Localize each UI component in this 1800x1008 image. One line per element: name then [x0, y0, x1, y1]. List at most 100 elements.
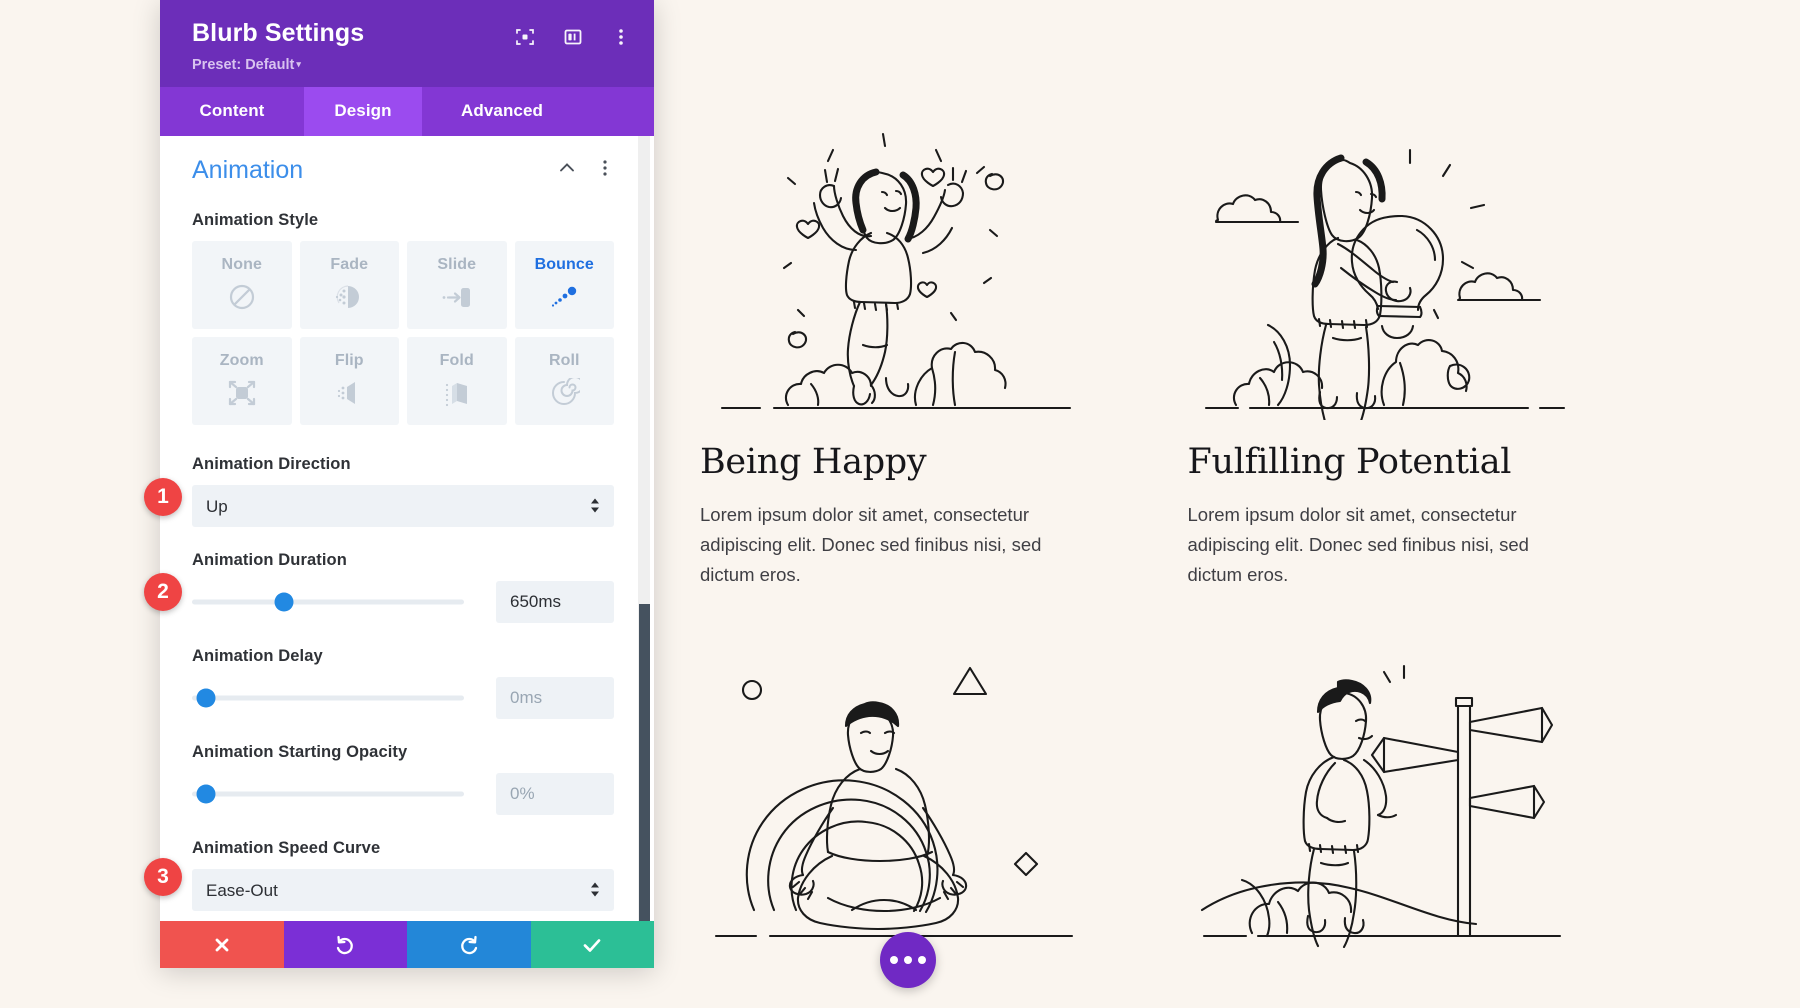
animation-duration-value[interactable]: 650ms [496, 581, 614, 623]
preset-selector[interactable]: Preset: Default ▾ [192, 57, 364, 73]
animation-style-fold-label: Fold [439, 352, 474, 369]
animation-starting-opacity-row: 0% [192, 773, 614, 815]
tab-content[interactable]: Content [160, 87, 304, 136]
undo-button[interactable] [283, 921, 407, 968]
section-header-animation: Animation [192, 156, 614, 185]
blurb-card-4[interactable] [1188, 648, 1580, 970]
animation-speed-curve-select-wrap: Ease-Out [192, 869, 614, 911]
person-celebrating-illustration [700, 120, 1092, 420]
animation-style-slide-label: Slide [437, 256, 477, 273]
field-label-animation-delay: Animation Delay [192, 647, 323, 665]
blurb-title: Being Happy [700, 442, 927, 482]
fold-icon [441, 376, 473, 410]
field-label-animation-style: Animation Style [192, 211, 319, 229]
animation-duration-slider[interactable] [192, 591, 464, 613]
animation-direction-select-wrap: Up [192, 485, 614, 527]
person-meditating-illustration [700, 648, 1092, 948]
blurb-card-2[interactable]: Fulfilling Potential Lorem ipsum dolor s… [1188, 120, 1580, 590]
slider-track [192, 695, 464, 701]
animation-style-roll-label: Roll [548, 352, 580, 369]
animation-style-bounce[interactable]: Bounce [514, 241, 614, 329]
bounce-icon [547, 280, 581, 314]
field-label-animation-starting-opacity: Animation Starting Opacity [192, 743, 408, 761]
step-badge-2: 2 [144, 573, 182, 611]
blurb-settings-panel: Blurb Settings Preset: Default ▾ Content… [160, 0, 654, 968]
blurb-title: Fulfilling Potential [1187, 442, 1512, 482]
animation-style-flip-label: Flip [334, 352, 364, 369]
slider-thumb[interactable] [274, 592, 294, 612]
blurb-grid: Being Happy Lorem ipsum dolor sit amet, … [700, 120, 1580, 970]
animation-starting-opacity-value[interactable]: 0% [496, 773, 614, 815]
animation-style-zoom[interactable]: Zoom [192, 337, 292, 425]
field-animation-starting-opacity: Animation Starting Opacity 0% [192, 743, 614, 815]
slider-thumb[interactable] [196, 784, 216, 804]
section-kebab-menu-icon[interactable] [596, 159, 614, 182]
animation-starting-opacity-slider[interactable] [192, 783, 464, 805]
redo-button[interactable] [407, 921, 531, 968]
field-animation-speed-curve: Animation Speed Curve Ease-Out [192, 839, 614, 911]
step-badge-3: 3 [144, 858, 182, 896]
fab-dot-3 [918, 956, 926, 964]
roll-icon [548, 376, 581, 410]
animation-delay-slider[interactable] [192, 687, 464, 709]
animation-style-grid: None Fade Slide Bounce Zoom Flip Fold Ro… [192, 241, 614, 425]
step-badge-1: 1 [144, 478, 182, 516]
animation-style-fade-label: Fade [330, 256, 369, 273]
panel-tabs: Content Design Advanced [160, 87, 654, 136]
tab-design[interactable]: Design [304, 87, 422, 136]
section-header-icons [558, 159, 614, 182]
animation-direction-select[interactable]: Up [192, 485, 614, 527]
field-label-animation-duration: Animation Duration [192, 551, 347, 569]
no-entry-icon [227, 280, 257, 314]
fade-icon [333, 280, 365, 314]
slider-thumb[interactable] [196, 688, 216, 708]
panel-header: Blurb Settings Preset: Default ▾ [160, 0, 654, 87]
animation-style-fold[interactable]: Fold [407, 337, 507, 425]
page-title: Blurb Settings [192, 19, 365, 47]
fab-dot-1 [890, 956, 898, 964]
flip-icon [333, 376, 365, 410]
animation-style-slide[interactable]: Slide [407, 241, 507, 329]
field-label-animation-speed-curve: Animation Speed Curve [192, 839, 381, 857]
field-animation-style: Animation Style None Fade Slide Bounce Z… [192, 211, 614, 425]
fab-dot-2 [904, 956, 912, 964]
animation-style-bounce-label: Bounce [534, 256, 594, 273]
slide-icon [440, 280, 474, 314]
chevron-up-icon[interactable] [558, 159, 576, 182]
animation-style-none[interactable]: None [192, 241, 292, 329]
blurb-card-1[interactable]: Being Happy Lorem ipsum dolor sit amet, … [700, 120, 1092, 590]
animation-style-none-label: None [221, 256, 262, 273]
field-animation-duration: Animation Duration 650ms [192, 551, 614, 623]
animation-delay-value[interactable]: 0ms [496, 677, 614, 719]
cancel-button[interactable] [160, 921, 284, 968]
animation-style-flip[interactable]: Flip [299, 337, 399, 425]
animation-section: Animation Animation Style None Fade Slid… [160, 136, 654, 921]
animation-speed-curve-select[interactable]: Ease-Out [192, 869, 614, 911]
focus-icon[interactable] [514, 26, 536, 48]
slider-track [192, 599, 464, 605]
person-holding-lightbulb-illustration [1188, 120, 1580, 420]
zoom-icon [226, 376, 258, 410]
layout-icon[interactable] [562, 26, 584, 48]
animation-style-zoom-label: Zoom [219, 352, 264, 369]
field-animation-delay: Animation Delay 0ms [192, 647, 614, 719]
chevron-down-icon: ▾ [296, 59, 301, 69]
animation-duration-row: 650ms [192, 581, 614, 623]
tab-advanced[interactable]: Advanced [422, 87, 582, 136]
animation-delay-row: 0ms [192, 677, 614, 719]
slider-track [192, 791, 464, 797]
save-button[interactable] [530, 921, 654, 968]
panel-header-icons [514, 26, 632, 48]
animation-style-roll[interactable]: Roll [514, 337, 614, 425]
panel-action-bar [160, 921, 654, 968]
blurb-card-3[interactable] [700, 648, 1092, 970]
animation-style-fade[interactable]: Fade [299, 241, 399, 329]
panel-scrollbar-thumb[interactable] [639, 604, 650, 921]
more-options-fab[interactable] [880, 932, 936, 988]
blurb-body: Lorem ipsum dolor sit amet, consectetur … [1187, 504, 1529, 586]
preset-label: Preset: Default [192, 57, 295, 73]
blurb-body: Lorem ipsum dolor sit amet, consectetur … [700, 504, 1042, 586]
kebab-menu-icon[interactable] [610, 26, 632, 48]
field-label-animation-direction: Animation Direction [192, 455, 351, 473]
section-title: Animation [192, 156, 304, 184]
